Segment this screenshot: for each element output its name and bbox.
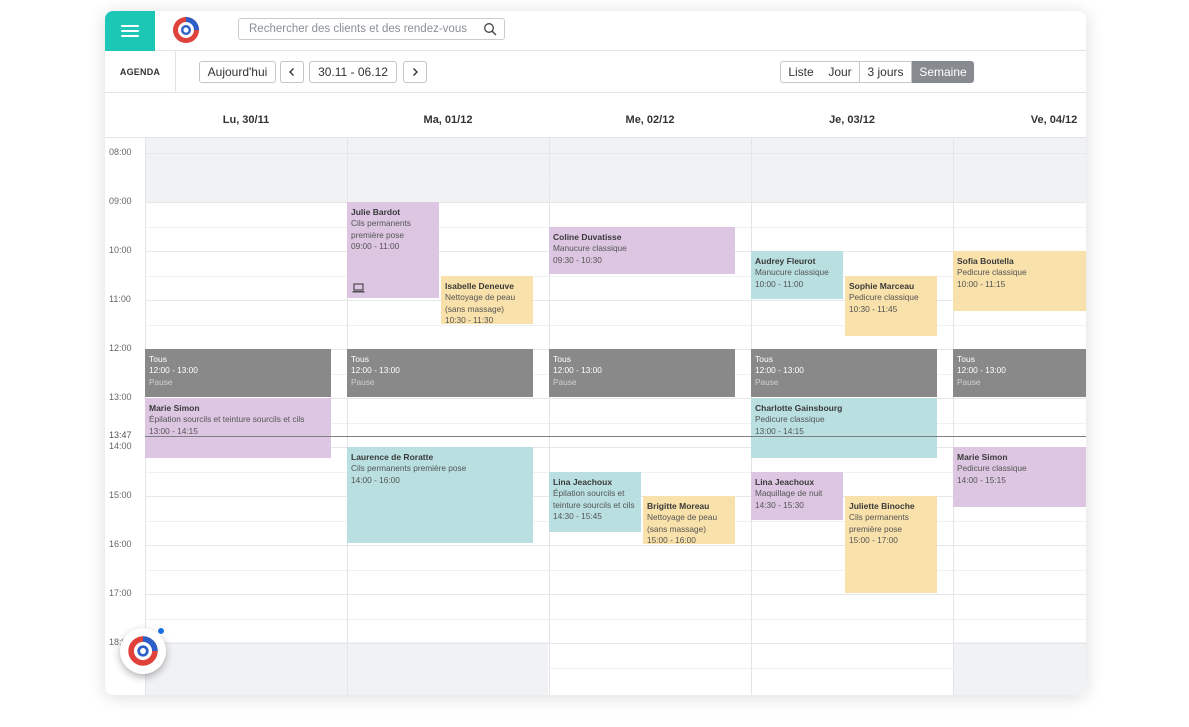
event-appointment[interactable]: Sofia Boutella Pedicure classique 10:00 … [953, 251, 1086, 311]
time-label: 14:00 [109, 441, 132, 451]
view-week-tab[interactable]: Semaine [912, 61, 974, 83]
event-appointment[interactable]: Coline Duvatisse Manucure classique 09:3… [549, 227, 735, 274]
current-time-label: 13:47 [109, 430, 132, 440]
hamburger-icon [121, 25, 139, 37]
menu-button[interactable] [105, 11, 155, 51]
search-icon[interactable] [483, 22, 497, 36]
time-label: 16:00 [109, 539, 132, 549]
time-label: 12:00 [109, 343, 132, 353]
brand-logo-icon [128, 636, 158, 666]
current-time-line [145, 436, 1086, 437]
search-input[interactable] [239, 19, 474, 39]
chat-launcher-button[interactable] [120, 627, 166, 674]
event-pause-tue[interactable]: Tous 12:00 - 13:00 Pause [347, 349, 533, 397]
time-label: 11:00 [109, 294, 131, 304]
event-pause-thu[interactable]: Tous 12:00 - 13:00 Pause [751, 349, 937, 397]
event-appointment[interactable]: Audrey Fleurot Manucure classique 10:00 … [751, 251, 843, 299]
today-button[interactable]: Aujourd'hui [199, 61, 276, 83]
day-header-fri: Ve, 04/12 [1030, 114, 1078, 126]
notification-dot [157, 627, 165, 635]
view-day-tab[interactable]: Jour [821, 61, 860, 83]
chevron-left-icon [289, 68, 294, 76]
event-pause-mon[interactable]: Tous 12:00 - 13:00 Pause [145, 349, 331, 397]
event-appointment[interactable]: Laurence de Roratte Cils permanents prem… [347, 447, 533, 543]
time-label: 10:00 [109, 245, 132, 255]
day-header-mon: Lu, 30/11 [222, 114, 270, 126]
section-title: AGENDA [105, 51, 176, 93]
event-appointment[interactable]: Brigitte Moreau Nettoyage de peau (sans … [643, 496, 735, 544]
event-appointment[interactable]: Sophie Marceau Pedicure classique 10:30 … [845, 276, 937, 336]
date-range-button[interactable]: 30.11 - 06.12 [309, 61, 397, 83]
time-label: 15:00 [109, 490, 132, 500]
view-list-tab[interactable]: Liste [780, 61, 822, 83]
previous-week-button[interactable] [280, 61, 304, 83]
event-appointment[interactable]: Marie Simon Pedicure classique 14:00 - 1… [953, 447, 1086, 507]
event-appointment[interactable]: Isabelle Deneuve Nettoyage de peau (sans… [441, 276, 533, 324]
event-appointment[interactable]: Charlotte Gainsbourg Pedicure classique … [751, 398, 937, 458]
day-header-thu: Je, 03/12 [829, 114, 875, 126]
time-label: 09:00 [109, 196, 132, 206]
laptop-icon [352, 283, 365, 293]
agenda-toolbar: AGENDA Aujourd'hui 30.11 - 06.12 Liste J… [105, 51, 1086, 93]
calendar-day-headers: Lu, 30/11 Ma, 01/12 Me, 02/12 Je, 03/12 … [105, 93, 1086, 138]
chevron-right-icon [413, 68, 418, 76]
day-header-tue: Ma, 01/12 [423, 114, 473, 126]
event-pause-fri[interactable]: Tous 12:00 - 13:00 Pause [953, 349, 1086, 397]
view-3days-tab[interactable]: 3 jours [860, 61, 912, 83]
event-appointment[interactable]: Julie Bardot Cils permanents première po… [347, 202, 439, 298]
time-label: 17:00 [109, 588, 132, 598]
top-bar [105, 11, 1086, 51]
app-window: AGENDA Aujourd'hui 30.11 - 06.12 Liste J… [105, 11, 1086, 695]
event-appointment[interactable]: Lina Jeachoux Maquillage de nuit 14:30 -… [751, 472, 843, 520]
calendar-grid[interactable]: 08:00 09:00 10:00 11:00 12:00 13:00 14:0… [105, 138, 1086, 695]
time-label: 13:00 [109, 392, 132, 402]
search-box [238, 18, 505, 40]
next-week-button[interactable] [403, 61, 427, 83]
event-pause-wed[interactable]: Tous 12:00 - 13:00 Pause [549, 349, 735, 397]
off-hours-morning [145, 138, 1086, 202]
brand-logo-icon [173, 17, 199, 43]
day-header-wed: Me, 02/12 [625, 114, 675, 126]
event-appointment[interactable]: Marie Simon Épilation sourcils et teintu… [145, 398, 331, 458]
time-label: 08:00 [109, 147, 132, 157]
event-appointment[interactable]: Juliette Binoche Cils permanents premièr… [845, 496, 937, 593]
event-appointment[interactable]: Lina Jeachoux Épilation sourcils et tein… [549, 472, 641, 532]
